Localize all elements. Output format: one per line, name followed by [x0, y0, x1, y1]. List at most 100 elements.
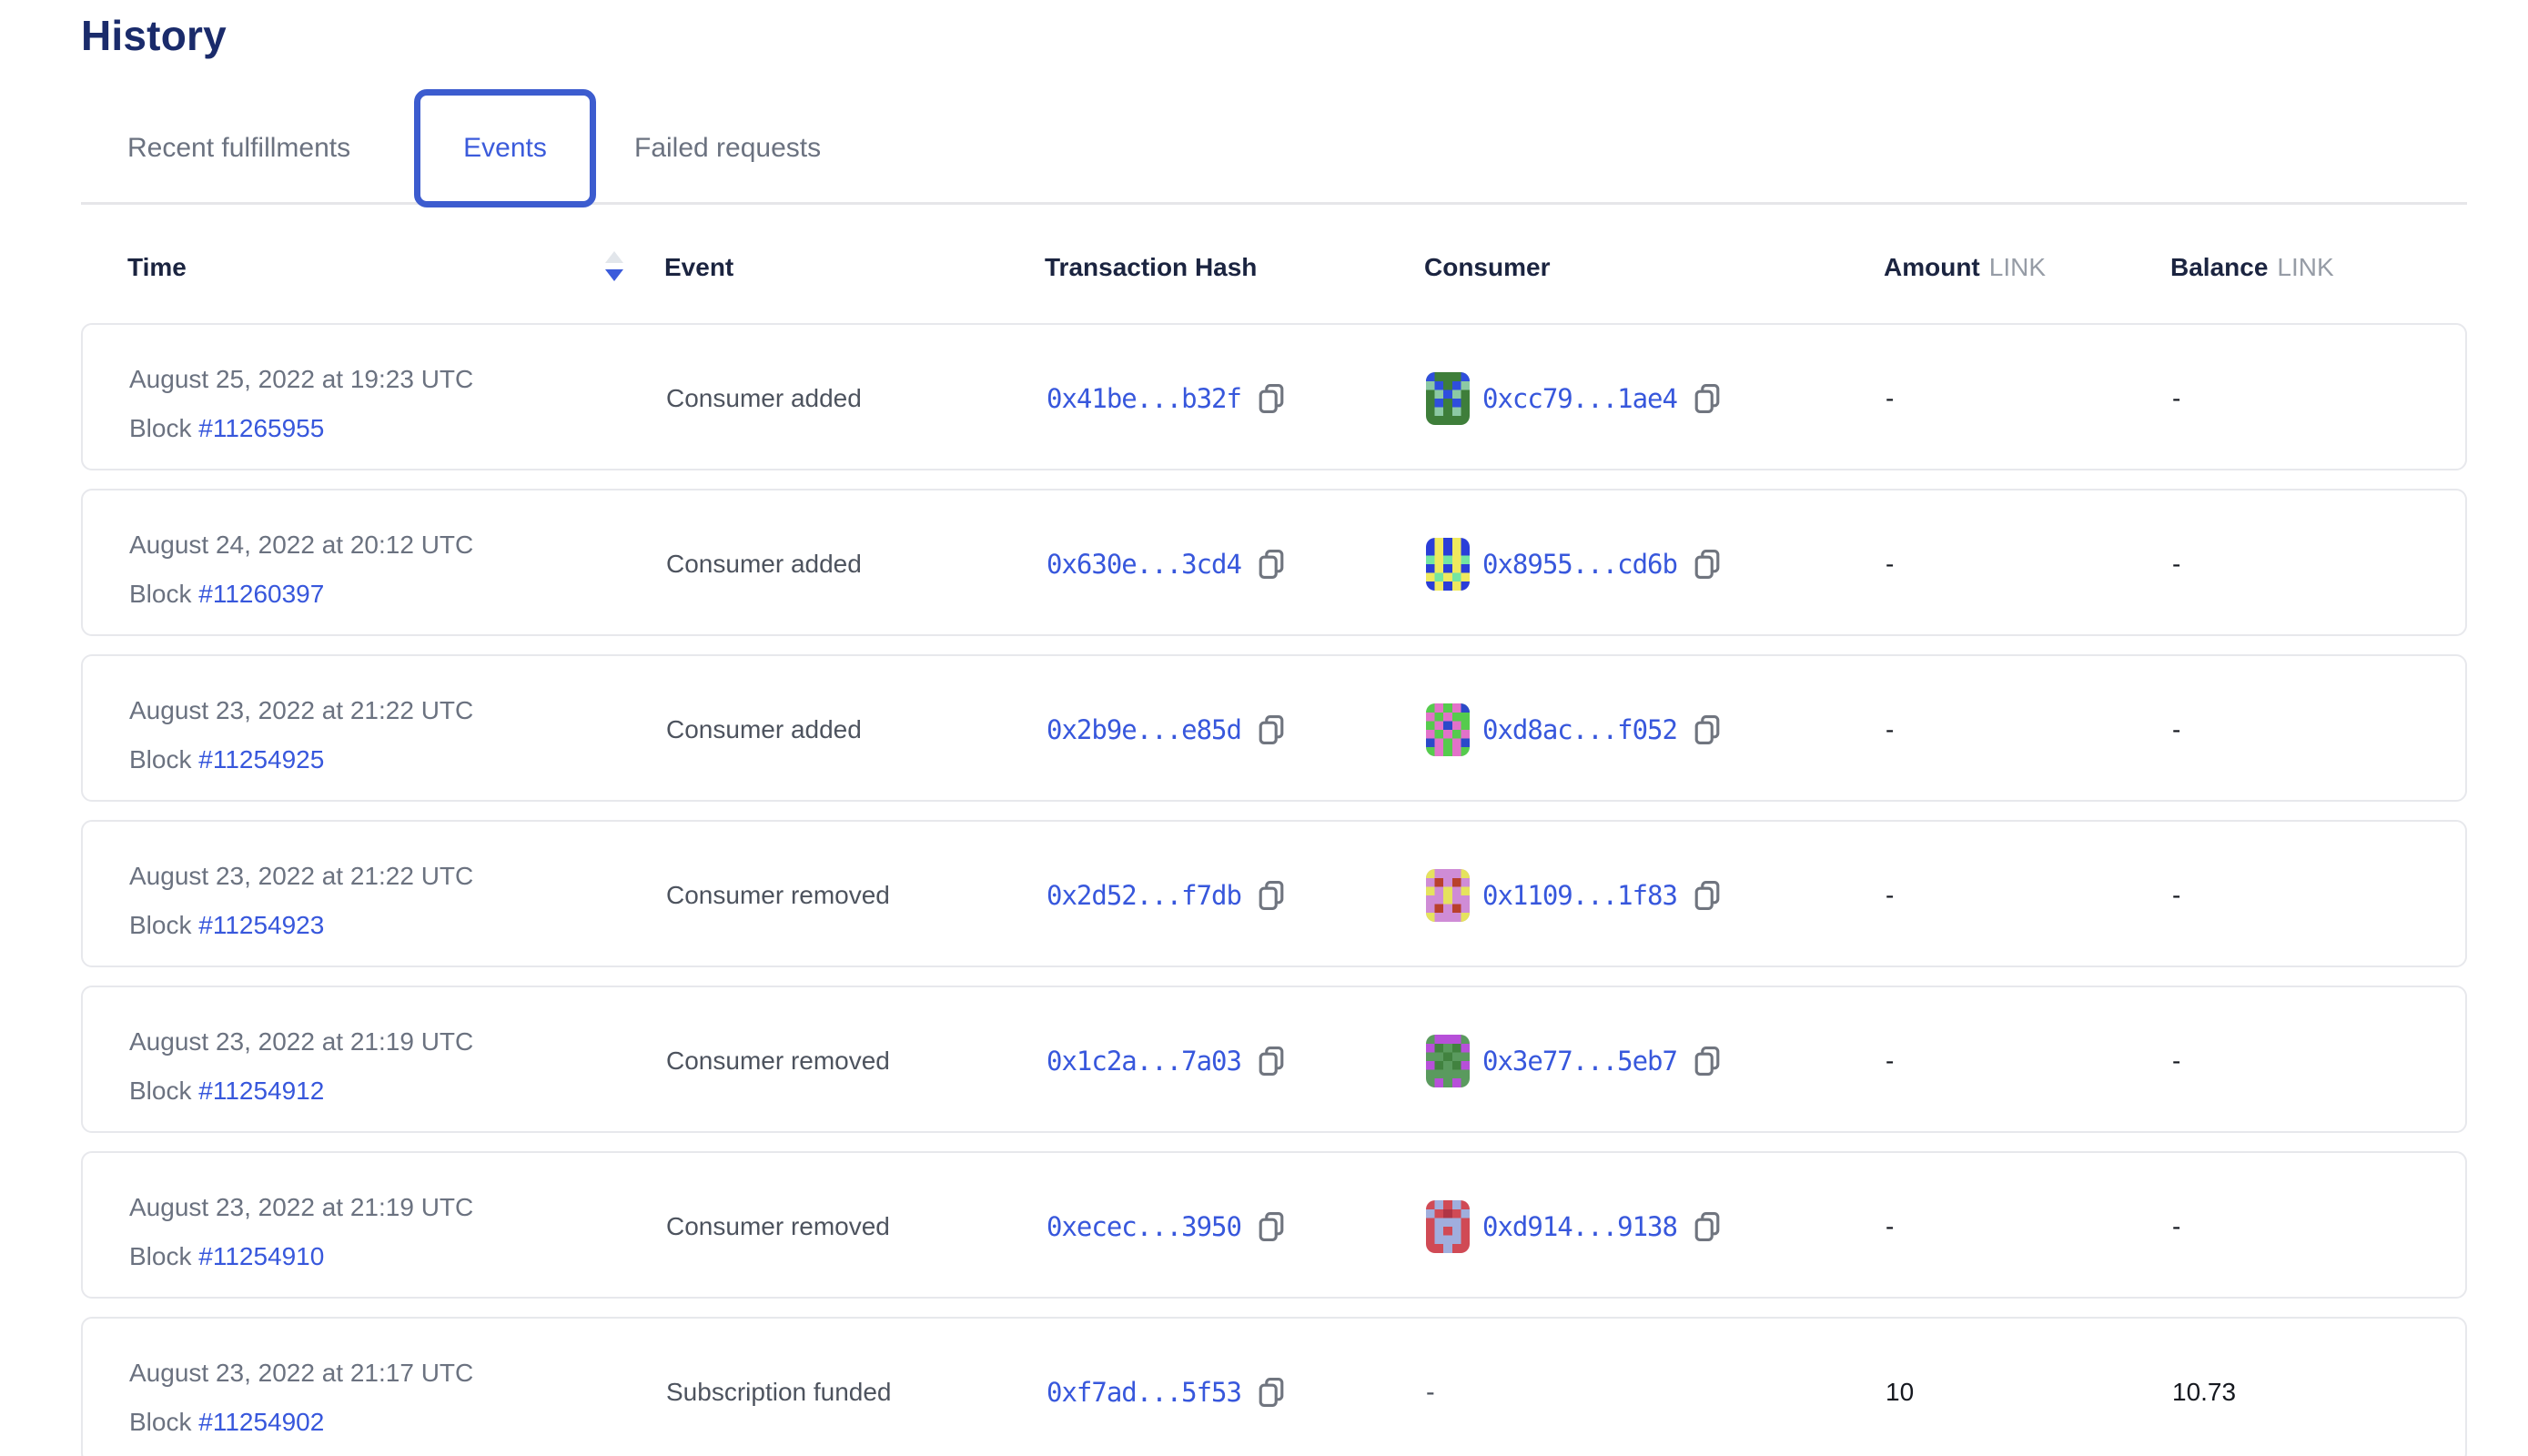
transaction-hash-cell: 0xecec...3950: [1047, 1153, 1287, 1300]
column-header-consumer: Consumer: [1424, 253, 1550, 282]
tab-events[interactable]: Events: [414, 89, 596, 207]
block-number-link[interactable]: #11260397: [198, 580, 324, 608]
consumer-address-link[interactable]: 0x8955...cd6b: [1482, 549, 1677, 580]
row-timestamp: August 23, 2022 at 21:19 UTC: [129, 1027, 473, 1057]
copy-icon[interactable]: [1692, 381, 1723, 416]
copy-icon[interactable]: [1692, 1209, 1723, 1244]
events-table-body: August 25, 2022 at 19:23 UTC Block #1126…: [81, 323, 2467, 1456]
block-number-link[interactable]: #11254912: [198, 1077, 324, 1105]
block-line: Block #11254902: [129, 1408, 324, 1437]
consumer-cell: 0xd914...9138: [1426, 1153, 1723, 1300]
consumer-address-link[interactable]: 0xd914...9138: [1482, 1211, 1677, 1242]
table-row: August 23, 2022 at 21:22 UTC Block #1125…: [81, 654, 2467, 802]
table-row: August 23, 2022 at 21:19 UTC Block #1125…: [81, 986, 2467, 1133]
balance-unit-label: LINK: [2277, 253, 2333, 281]
copy-icon[interactable]: [1692, 878, 1723, 913]
copy-icon[interactable]: [1256, 713, 1287, 747]
table-row: August 23, 2022 at 21:17 UTC Block #1125…: [81, 1317, 2467, 1456]
copy-icon[interactable]: [1256, 878, 1287, 913]
block-label: Block: [129, 1408, 191, 1436]
consumer-avatar: [1426, 372, 1470, 425]
transaction-hash-link[interactable]: 0x2d52...f7db: [1047, 880, 1241, 911]
copy-icon[interactable]: [1692, 1044, 1723, 1078]
consumer-cell: -: [1426, 1319, 1434, 1456]
consumer-cell: 0xd8ac...f052: [1426, 656, 1723, 804]
column-header-balance: BalanceLINK: [2170, 253, 2334, 282]
copy-icon[interactable]: [1256, 1044, 1287, 1078]
row-timestamp: August 23, 2022 at 21:22 UTC: [129, 862, 473, 891]
table-header: Time Event Transaction Hash Consumer Amo…: [0, 248, 2528, 293]
consumer-address-link[interactable]: 0x3e77...5eb7: [1482, 1046, 1677, 1077]
row-event: Consumer removed: [666, 1153, 890, 1300]
row-balance: -: [2172, 822, 2180, 969]
table-row: August 23, 2022 at 21:22 UTC Block #1125…: [81, 820, 2467, 967]
row-timestamp: August 24, 2022 at 20:12 UTC: [129, 531, 473, 560]
block-line: Block #11254925: [129, 745, 324, 774]
transaction-hash-cell: 0x2d52...f7db: [1047, 822, 1287, 969]
row-balance: -: [2172, 656, 2180, 804]
copy-icon[interactable]: [1256, 547, 1287, 581]
transaction-hash-cell: 0x1c2a...7a03: [1047, 987, 1287, 1135]
block-label: Block: [129, 1077, 191, 1105]
row-timestamp: August 23, 2022 at 21:22 UTC: [129, 696, 473, 725]
sort-arrows-icon[interactable]: [603, 249, 625, 284]
row-timestamp: August 23, 2022 at 21:17 UTC: [129, 1359, 473, 1388]
column-header-transaction-hash: Transaction Hash: [1045, 253, 1257, 282]
row-balance: -: [2172, 490, 2180, 638]
consumer-cell: 0x8955...cd6b: [1426, 490, 1723, 638]
copy-icon[interactable]: [1692, 547, 1723, 581]
copy-icon[interactable]: [1256, 1375, 1287, 1410]
row-amount: -: [1886, 656, 1894, 804]
row-event: Consumer added: [666, 490, 862, 638]
block-number-link[interactable]: #11254910: [198, 1242, 324, 1270]
row-amount: -: [1886, 1153, 1894, 1300]
copy-icon[interactable]: [1692, 713, 1723, 747]
consumer-address-link[interactable]: 0xcc79...1ae4: [1482, 383, 1677, 414]
row-amount: -: [1886, 490, 1894, 638]
consumer-avatar: [1426, 869, 1470, 922]
transaction-hash-cell: 0xf7ad...5f53: [1047, 1319, 1287, 1456]
block-label: Block: [129, 911, 191, 939]
transaction-hash-link[interactable]: 0x1c2a...7a03: [1047, 1046, 1241, 1077]
row-balance: -: [2172, 325, 2180, 472]
tab-failed-requests[interactable]: Failed requests: [634, 133, 821, 164]
row-event: Consumer removed: [666, 822, 890, 969]
copy-icon[interactable]: [1256, 381, 1287, 416]
copy-icon[interactable]: [1256, 1209, 1287, 1244]
block-label: Block: [129, 580, 191, 608]
row-event: Consumer added: [666, 656, 862, 804]
transaction-hash-link[interactable]: 0xf7ad...5f53: [1047, 1377, 1241, 1408]
row-amount: -: [1886, 822, 1894, 969]
page-title: History: [81, 11, 227, 60]
table-row: August 24, 2022 at 20:12 UTC Block #1126…: [81, 489, 2467, 636]
row-balance: -: [2172, 987, 2180, 1135]
row-amount: -: [1886, 325, 1894, 472]
consumer-address-link[interactable]: 0xd8ac...f052: [1482, 714, 1677, 745]
block-number-link[interactable]: #11254925: [198, 745, 324, 774]
row-timestamp: August 25, 2022 at 19:23 UTC: [129, 365, 473, 394]
column-header-amount: AmountLINK: [1884, 253, 2046, 282]
transaction-hash-link[interactable]: 0xecec...3950: [1047, 1211, 1241, 1242]
block-number-link[interactable]: #11254923: [198, 911, 324, 939]
transaction-hash-cell: 0x41be...b32f: [1047, 325, 1287, 472]
block-line: Block #11265955: [129, 414, 324, 443]
block-number-link[interactable]: #11265955: [198, 414, 324, 442]
transaction-hash-link[interactable]: 0x630e...3cd4: [1047, 549, 1241, 580]
consumer-address-link[interactable]: 0x1109...1f83: [1482, 880, 1677, 911]
consumer-cell: 0x1109...1f83: [1426, 822, 1723, 969]
block-number-link[interactable]: #11254902: [198, 1408, 324, 1436]
transaction-hash-link[interactable]: 0x2b9e...e85d: [1047, 714, 1241, 745]
table-row: August 25, 2022 at 19:23 UTC Block #1126…: [81, 323, 2467, 470]
column-header-time[interactable]: Time: [127, 253, 187, 282]
consumer-address-link: -: [1426, 1378, 1434, 1408]
row-timestamp: August 23, 2022 at 21:19 UTC: [129, 1193, 473, 1222]
transaction-hash-link[interactable]: 0x41be...b32f: [1047, 383, 1241, 414]
tab-recent-fulfillments[interactable]: Recent fulfillments: [127, 133, 350, 164]
column-header-event: Event: [664, 253, 733, 282]
row-event: Consumer added: [666, 325, 862, 472]
transaction-hash-cell: 0x2b9e...e85d: [1047, 656, 1287, 804]
transaction-hash-cell: 0x630e...3cd4: [1047, 490, 1287, 638]
consumer-avatar: [1426, 1200, 1470, 1253]
block-label: Block: [129, 414, 191, 442]
block-line: Block #11254912: [129, 1077, 324, 1106]
